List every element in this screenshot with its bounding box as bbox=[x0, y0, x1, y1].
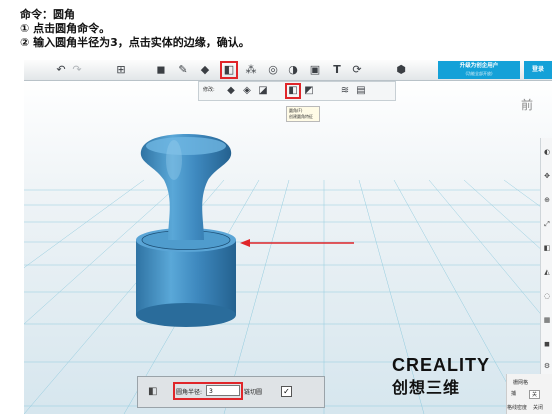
fillet-panel-icon: ◧ bbox=[148, 386, 158, 397]
fit-icon[interactable]: ⤢ bbox=[543, 220, 551, 228]
tooltip-desc: 创建圆角特征 bbox=[289, 114, 313, 119]
pan-icon[interactable]: ✥ bbox=[543, 172, 551, 180]
grid-label: 栅网格 bbox=[513, 380, 529, 386]
chain-label: 链切圆 bbox=[244, 389, 263, 396]
modify-subtoolbar: 修改: ◆ ◈ ◪ ◧ ◩ ≋ ▤ bbox=[198, 81, 396, 101]
scale-icon[interactable]: ◈ bbox=[241, 85, 253, 97]
upgrade-button[interactable]: 升级为创企用户 (功能全部开放) bbox=[438, 61, 520, 79]
grid-settings-panel: 栅网格 关 捕 格线密度 关闭 bbox=[506, 374, 552, 414]
login-button[interactable]: 登录 bbox=[524, 61, 552, 79]
instruction-text: 命令：圆角 ① 点击圆角命令。 ② 输入圆角半径为3，点击实体的边缘，确认。 bbox=[20, 8, 250, 50]
grid-density-label: 格线密度 bbox=[507, 405, 528, 411]
radius-label: 圆角半径: bbox=[176, 389, 203, 396]
upgrade-sublabel: (功能全部开放) bbox=[465, 71, 493, 76]
confirm-checkbox[interactable]: ✓ bbox=[281, 386, 292, 397]
section-icon[interactable]: ◭ bbox=[543, 268, 551, 276]
box-icon[interactable]: ▣ bbox=[308, 63, 322, 77]
main-toolbar: ↶ ↷ ⊞ ◼ ✎ ◆ ◧ ⁂ ◎ ◑ ▣ T ⟳ ⬢ 升级为创企用户 (功能全… bbox=[24, 60, 552, 81]
view-cube[interactable]: 前 bbox=[508, 90, 546, 120]
snap-label: 捕 bbox=[511, 391, 517, 397]
shell-icon[interactable]: ◪ bbox=[257, 85, 269, 97]
fillet-icon[interactable]: ◧ bbox=[220, 61, 238, 79]
cube-icon[interactable]: ◼ bbox=[154, 63, 168, 77]
hide-icon[interactable]: ◌ bbox=[543, 292, 551, 300]
text-icon[interactable]: T bbox=[330, 63, 344, 77]
fill-icon[interactable]: ◆ bbox=[198, 63, 212, 77]
brush-icon[interactable]: ✎ bbox=[176, 63, 190, 77]
redo-icon[interactable]: ↷ bbox=[70, 63, 84, 77]
fillet-panel: ◧ 圆角半径: 3 链切圆 ✓ bbox=[137, 376, 325, 408]
surface-icon[interactable]: ◑ bbox=[286, 63, 300, 77]
logo-text-en: CREALITY bbox=[392, 355, 490, 375]
modify-label: 修改: bbox=[203, 87, 215, 93]
doc-step-2: ② 输入圆角半径为3，点击实体的边缘，确认。 bbox=[20, 36, 250, 49]
doc-title: 命令：圆角 bbox=[20, 8, 75, 21]
view-icon[interactable]: ◐ bbox=[543, 148, 551, 156]
material-icon[interactable]: ⬢ bbox=[394, 63, 408, 77]
fillet-tooltip: 圆角(F) 创建圆角特征 bbox=[286, 106, 320, 122]
fillet-sub-icon[interactable]: ◧ bbox=[285, 83, 301, 99]
logo-text-cn: 创想三维 bbox=[392, 378, 461, 397]
upgrade-label: 升级为创企用户 bbox=[459, 63, 499, 69]
radius-input[interactable]: 3 bbox=[206, 385, 240, 396]
layers-icon[interactable]: ≋ bbox=[339, 85, 351, 97]
chamfer-icon[interactable]: ◩ bbox=[303, 85, 315, 97]
material-side-icon[interactable]: ◼ bbox=[543, 340, 551, 348]
zoom-icon[interactable]: ⊕ bbox=[543, 196, 551, 204]
move-icon[interactable]: ◆ bbox=[225, 85, 237, 97]
split-icon[interactable]: ▤ bbox=[355, 85, 367, 97]
doc-step-1: ① 点击圆角命令。 bbox=[20, 22, 111, 35]
add-icon[interactable]: ⊞ bbox=[114, 63, 128, 77]
layer-icon[interactable]: ▦ bbox=[543, 316, 551, 324]
undo-icon[interactable]: ↶ bbox=[54, 63, 68, 77]
grid-toggle[interactable]: 关 bbox=[529, 390, 541, 399]
shade-icon[interactable]: ◧ bbox=[543, 244, 551, 252]
pattern-icon[interactable]: ⁂ bbox=[244, 63, 258, 77]
right-toolstrip: ◐ ✥ ⊕ ⤢ ◧ ◭ ◌ ▦ ◼ ⚙ bbox=[540, 138, 552, 376]
rotate-icon[interactable]: ⟳ bbox=[350, 63, 364, 77]
settings-icon[interactable]: ⚙ bbox=[543, 362, 551, 370]
measure-icon[interactable]: ◎ bbox=[266, 63, 280, 77]
grid-density-value[interactable]: 关闭 bbox=[533, 404, 543, 411]
